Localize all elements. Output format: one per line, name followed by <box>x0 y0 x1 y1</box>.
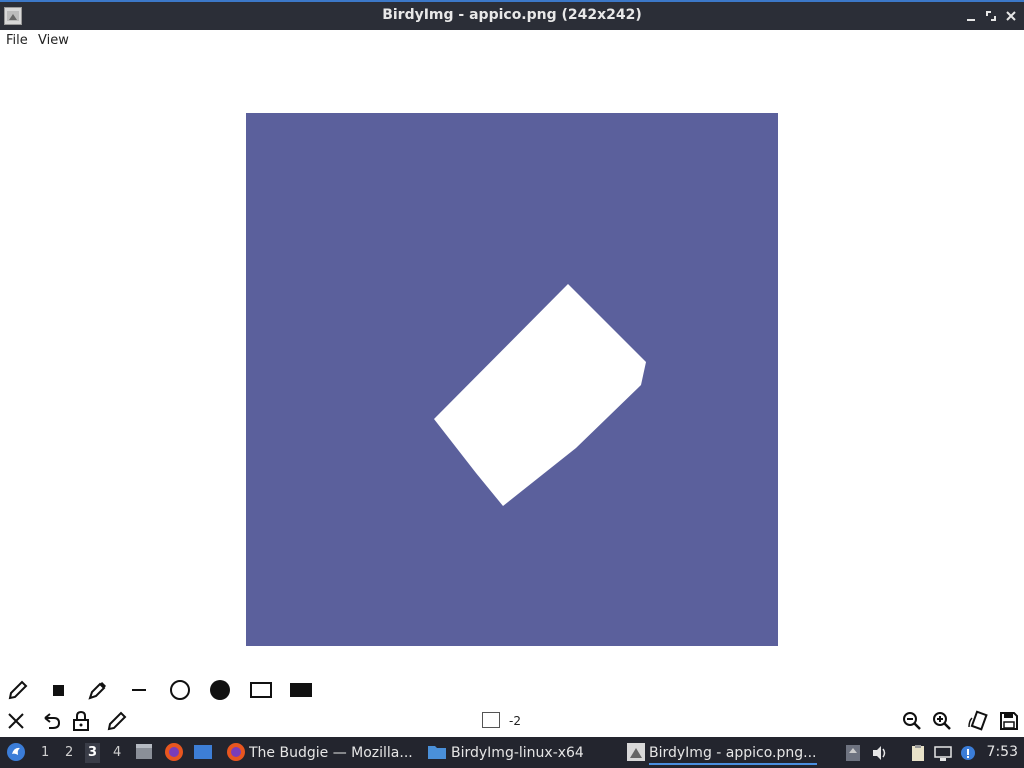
save-icon[interactable] <box>997 709 1021 733</box>
line-icon[interactable] <box>127 678 151 702</box>
task-firefox[interactable]: The Budgie — Mozilla... <box>249 743 417 763</box>
small-square-icon[interactable] <box>46 678 70 702</box>
workspace-3[interactable]: 3 <box>85 743 101 763</box>
menu-view[interactable]: View <box>38 33 69 48</box>
zoom-in-icon[interactable] <box>930 709 954 733</box>
workspace-2[interactable]: 2 <box>65 745 73 760</box>
menu-file[interactable]: File <box>6 33 28 48</box>
task-birdyimg[interactable]: BirdyImg - appico.png... <box>649 743 817 765</box>
birdyimg-task-icon <box>626 742 646 762</box>
file-manager-launcher-icon[interactable] <box>134 742 154 762</box>
edit-icon[interactable] <box>105 709 129 733</box>
workspace-1[interactable]: 1 <box>41 745 49 760</box>
upload-indicator-icon[interactable] <box>844 744 862 762</box>
circle-filled-icon[interactable] <box>208 678 232 702</box>
clock[interactable]: 7:53 <box>987 744 1018 760</box>
window-title: BirdyImg - appico.png (242x242) <box>382 7 642 23</box>
maximize-button[interactable] <box>982 7 1000 25</box>
clipboard-icon[interactable] <box>909 744 927 762</box>
terminal-launcher-icon[interactable] <box>193 742 213 762</box>
lock-icon[interactable] <box>69 709 93 733</box>
rotate-icon[interactable] <box>966 709 990 733</box>
close-icon[interactable] <box>4 709 28 733</box>
undo-icon[interactable] <box>39 709 63 733</box>
rectangle-filled-icon[interactable] <box>289 678 313 702</box>
menu-bar: File View <box>0 30 1024 52</box>
folder-task-icon <box>427 742 447 762</box>
title-bar: BirdyImg - appico.png (242x242) <box>0 0 1024 30</box>
taskbar: 1 2 3 4 The Budgie — Mozilla... BirdyImg… <box>0 737 1024 768</box>
firefox-launcher-icon[interactable] <box>164 742 184 762</box>
rectangle-outline-icon[interactable] <box>249 678 273 702</box>
budgie-menu-icon[interactable] <box>6 742 26 762</box>
firefox-task-icon <box>226 742 246 762</box>
image-canvas[interactable] <box>246 113 778 646</box>
close-window-button[interactable] <box>1002 7 1020 25</box>
zoom-out-icon[interactable] <box>900 709 924 733</box>
volume-icon[interactable] <box>871 744 889 762</box>
notifications-icon[interactable] <box>959 744 977 762</box>
pencil-icon[interactable] <box>6 678 30 702</box>
minimize-button[interactable] <box>962 7 980 25</box>
brush-size-value: -2 <box>509 714 521 728</box>
eyedropper-icon[interactable] <box>86 678 110 702</box>
task-folder[interactable]: BirdyImg-linux-x64 <box>451 743 611 763</box>
color-swatch[interactable] <box>482 712 500 728</box>
circle-outline-icon[interactable] <box>168 678 192 702</box>
workspace-4[interactable]: 4 <box>113 745 121 760</box>
network-icon[interactable] <box>934 744 952 762</box>
